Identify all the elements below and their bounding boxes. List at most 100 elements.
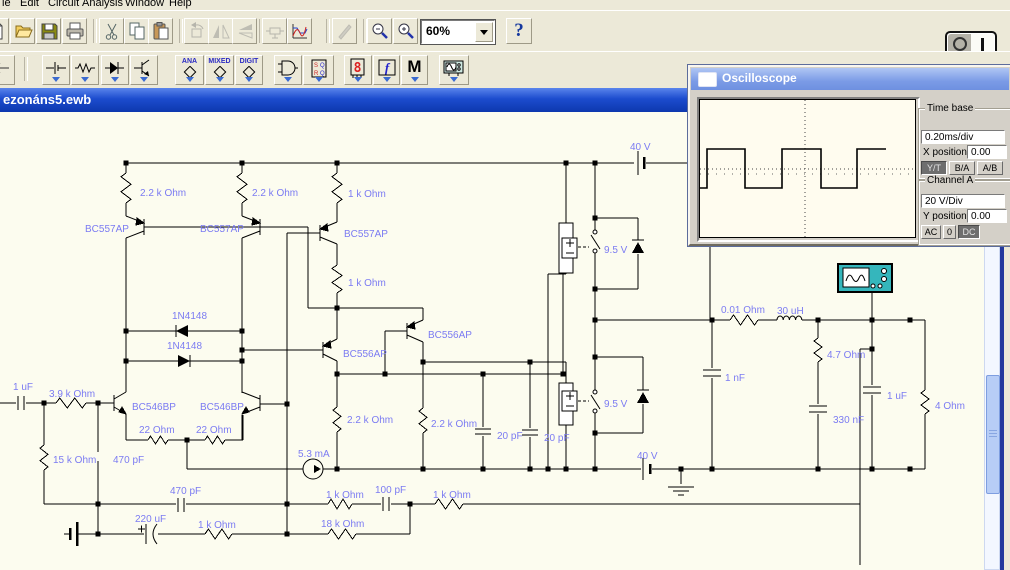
display-graphs-button[interactable] (287, 18, 312, 44)
component-label: 2.2 k Ohm (347, 415, 393, 426)
analog-ic-bin-button[interactable]: ANA (175, 55, 204, 85)
component-label: BC546BP (132, 402, 176, 413)
flipflop-icon: S Q R Q (311, 59, 326, 78)
dc-coupling-button[interactable]: DC (958, 225, 980, 239)
zener-diode-1 (632, 242, 644, 253)
oscilloscope-canvas-icon[interactable] (837, 263, 893, 293)
printer-icon (66, 22, 83, 40)
create-subcircuit-button[interactable] (262, 18, 287, 44)
ba-mode-button[interactable]: B/A (949, 161, 975, 175)
misc-letter: M (407, 57, 422, 76)
menu-window[interactable]: Window (125, 0, 164, 10)
zoom-level-value: 60% (426, 24, 451, 38)
chevron-down-icon (382, 77, 391, 82)
cut-button[interactable] (99, 18, 124, 44)
oscilloscope-window-icon (698, 72, 717, 87)
y-position-field[interactable]: 0.00 (967, 209, 1007, 223)
transistor-bc546bp-1 (113, 391, 128, 415)
menu-analysis[interactable]: Analysis (82, 0, 123, 10)
paste-button[interactable] (148, 18, 173, 44)
zoom-in-button[interactable] (393, 18, 418, 44)
new-file-icon (0, 23, 2, 40)
flip-vertical-button[interactable] (232, 18, 257, 44)
chevron-down-icon (185, 77, 194, 82)
menu-edit[interactable]: Edit (20, 0, 39, 10)
component-label: 1 k Ohm (433, 490, 471, 501)
logic-gate-icon (278, 60, 298, 76)
zoom-out-icon (372, 23, 388, 39)
toolbar-separator (179, 19, 183, 43)
svg-text:S: S (314, 63, 318, 69)
switch-control-box-2 (558, 382, 578, 426)
save-floppy-icon (41, 23, 57, 40)
miscellaneous-bin-button[interactable]: M (401, 55, 428, 85)
chevron-down-icon (314, 77, 323, 82)
oscilloscope-titlebar[interactable]: Oscilloscope (691, 68, 1009, 90)
time-base-value-field[interactable]: 0.20ms/div (921, 130, 1005, 144)
component-label: BC556AP (343, 349, 387, 360)
chevron-down-icon (81, 77, 89, 82)
basic-bin-button[interactable] (71, 55, 99, 85)
component-label: 4 Ohm (935, 401, 965, 412)
rotate-button[interactable] (184, 18, 209, 44)
menu-file[interactable]: le (2, 0, 11, 10)
flip-horizontal-button[interactable] (208, 18, 233, 44)
component-label: BC557AP (344, 229, 388, 240)
oscilloscope-window[interactable]: Oscilloscope Time base 0.20ms/div X posi… (688, 65, 1010, 246)
sources-bin-button[interactable] (42, 55, 70, 85)
component-label: 1 uF (887, 391, 907, 402)
component-properties-button[interactable] (332, 18, 357, 44)
digital-ic-bin-button[interactable]: DIGIT (235, 55, 263, 85)
new-file-button[interactable] (0, 18, 9, 44)
save-button[interactable] (36, 18, 61, 44)
controlled-switches[interactable] (558, 222, 598, 426)
yt-mode-button[interactable]: Y/T (921, 161, 947, 175)
component-label: 40 V (637, 451, 658, 462)
component-label: 40 V (630, 142, 651, 153)
channel-a-scale-field[interactable]: 20 V/Div (921, 194, 1005, 208)
ac-coupling-button[interactable]: AC (921, 225, 941, 239)
instruments-bin-button[interactable] (439, 55, 469, 85)
flip-vertical-icon (238, 24, 252, 39)
diode-1n4148-2 (178, 355, 190, 367)
component-label: 1 k Ohm (348, 278, 386, 289)
chevron-down-icon (245, 77, 253, 82)
menu-help[interactable]: Help (169, 0, 192, 10)
zoom-out-button[interactable] (367, 18, 392, 44)
menu-circuit[interactable]: Circuit (48, 0, 79, 10)
svg-text:8: 8 (354, 61, 362, 76)
component-label: BC557AP (85, 224, 129, 235)
polarity-plus (138, 525, 145, 533)
zero-coupling-button[interactable]: 0 (943, 225, 956, 239)
chevron-down-icon[interactable] (475, 22, 493, 42)
chevron-down-icon (140, 77, 148, 82)
current-source-5-3ma[interactable] (302, 458, 324, 480)
properties-wand-icon (337, 24, 352, 40)
component-label: 100 pF (375, 485, 406, 496)
mixed-ic-bin-button[interactable]: MIXED (205, 55, 234, 85)
scrollbar-thumb[interactable] (986, 375, 1000, 494)
ab-mode-button[interactable]: A/B (977, 161, 1003, 175)
x-position-field[interactable]: 0.00 (967, 145, 1007, 159)
flipflops-bin-button[interactable]: S Q R Q (303, 55, 334, 85)
help-button[interactable]: ? (506, 18, 532, 44)
arrow-left-icon (0, 67, 9, 69)
print-button[interactable] (62, 18, 87, 44)
transistor-bc556ap-upper (405, 319, 424, 343)
transistors-bin-button[interactable] (130, 55, 158, 85)
component-label: 1N4148 (172, 311, 207, 322)
controls-bin-button[interactable]: f (373, 55, 400, 85)
ewb-application-window: le Edit Circuit Analysis Window Help 60%… (0, 0, 1010, 570)
transistors[interactable] (113, 215, 424, 415)
open-file-button[interactable] (10, 18, 35, 44)
component-label: 1N4148 (167, 341, 202, 352)
copy-button[interactable] (124, 18, 149, 44)
component-label: 1 k Ohm (348, 189, 386, 200)
diodes-bin-button[interactable] (101, 55, 129, 85)
digit-label: DIGIT (239, 58, 259, 65)
back-button[interactable] (0, 55, 15, 85)
zoom-level-combobox[interactable]: 60% (420, 19, 496, 45)
chevron-down-icon (450, 77, 458, 82)
indicators-bin-button[interactable]: 8 (344, 55, 372, 85)
logic-gates-bin-button[interactable] (274, 55, 302, 85)
